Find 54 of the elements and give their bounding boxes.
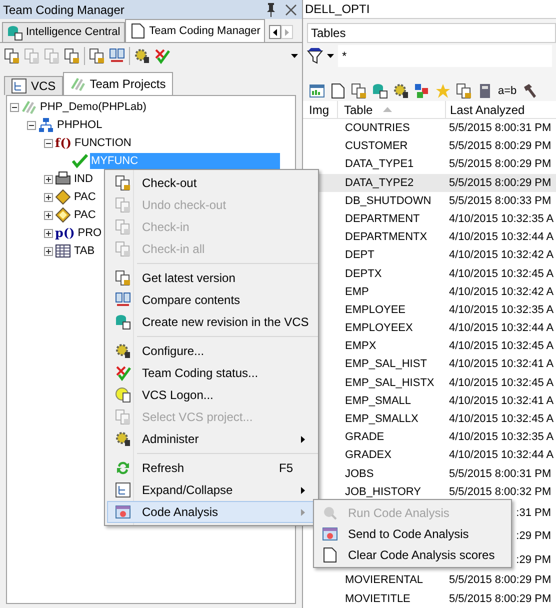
table-cell: EMP_SAL_HIST [345, 358, 427, 370]
panel-title: Team Coding Manager [3, 2, 126, 18]
shortcut-label: F5 [278, 460, 294, 477]
table-cell: EMPX [345, 340, 376, 352]
table-cell: DEPARTMENT [345, 212, 420, 225]
table-cell-text: 4/10/2015 10:32:42 A [449, 284, 554, 300]
table-cell-text: 4/10/2015 10:32:42 A [449, 248, 554, 264]
node-glyph: p() [55, 227, 75, 239]
table-cell-text: 5/5/2015 8:00:29 PM [449, 176, 552, 191]
table-cell-text: 5/5/2015 8:00:29 PM [449, 139, 552, 154]
table-cell-text: 5/5/2015 8:00:31 PM [449, 121, 552, 136]
table-cell-text: 4/10/2015 10:32:45 A [449, 412, 554, 428]
table-cell: DEPTX [345, 268, 382, 280]
table-cell: JOB_HISTORY [345, 486, 422, 498]
table-cell-text: :29 PM [516, 552, 551, 568]
table-cell-text: 4/10/2015 10:32:41 A [449, 357, 554, 372]
table-cell: DATA_TYPE2 [345, 176, 414, 189]
table-cell-text: 5/5/2015 8:00:32 PM [449, 484, 552, 500]
table-cell-text: 5/5/2015 8:00:33 PM [449, 194, 552, 209]
table-cell: MOVIETITLE [345, 592, 410, 605]
table-cell: JOBS [345, 468, 374, 480]
table-cell: DEPARTMENTX [345, 231, 428, 244]
table-cell: MOVIERENTAL [345, 574, 424, 586]
table-cell: EMP_SAL_HISTX [345, 376, 434, 389]
table-cell-text: 4/10/2015 10:32:45 A [449, 266, 554, 282]
table-cell-text: :29 PM [516, 529, 551, 544]
table-cell: DB_SHUTDOWN [345, 194, 432, 207]
table-cell: DEPT [345, 249, 374, 262]
table-cell: GRADEX [345, 449, 392, 462]
table-cell-text: 5/5/2015 8:00:29 PM [449, 157, 552, 172]
table-cell: EMP_SMALLX [345, 413, 418, 426]
table-cell: CUSTOMER [345, 140, 408, 152]
node-glyph: f() [55, 137, 72, 149]
table-cell-text: 4/10/2015 10:32:44 A [449, 321, 554, 336]
table-cell-text: 4/10/2015 10:32:41 A [449, 394, 554, 409]
table-cell: EMPLOYEEX [345, 322, 413, 334]
table-cell-text: :31 PM [516, 506, 551, 521]
table-cell: EMP [345, 286, 369, 298]
table-cell: COUNTRIES [345, 122, 410, 134]
table-cell-text: 4/10/2015 10:32:44 A [449, 230, 554, 246]
table-cell-text: 4/10/2015 10:32:44 A [449, 448, 554, 464]
table-cell-text: 4/10/2015 10:32:35 A [449, 302, 554, 318]
table-cell-text: 4/10/2015 10:32:35 A [449, 212, 554, 227]
table-cell: EMPLOYEE [345, 304, 406, 316]
table-cell: DATA_TYPE1 [345, 158, 414, 170]
table-cell-text: 5/5/2015 8:00:29 PM [449, 592, 552, 607]
connection-name: DELL_OPTI [305, 1, 370, 18]
table-cell: EMP_SMALL [345, 394, 412, 407]
table-cell-text: 4/10/2015 10:32:35 A [449, 430, 554, 446]
table-cell: GRADE [345, 431, 384, 444]
table-cell-text: 4/10/2015 10:32:45 A [449, 376, 554, 391]
table-cell-text: 5/5/2015 8:00:31 PM [449, 466, 552, 482]
table-cell-text: 5/5/2015 8:00:29 PM [449, 573, 552, 588]
table-cell-text: 4/10/2015 10:32:45 A [449, 339, 554, 354]
